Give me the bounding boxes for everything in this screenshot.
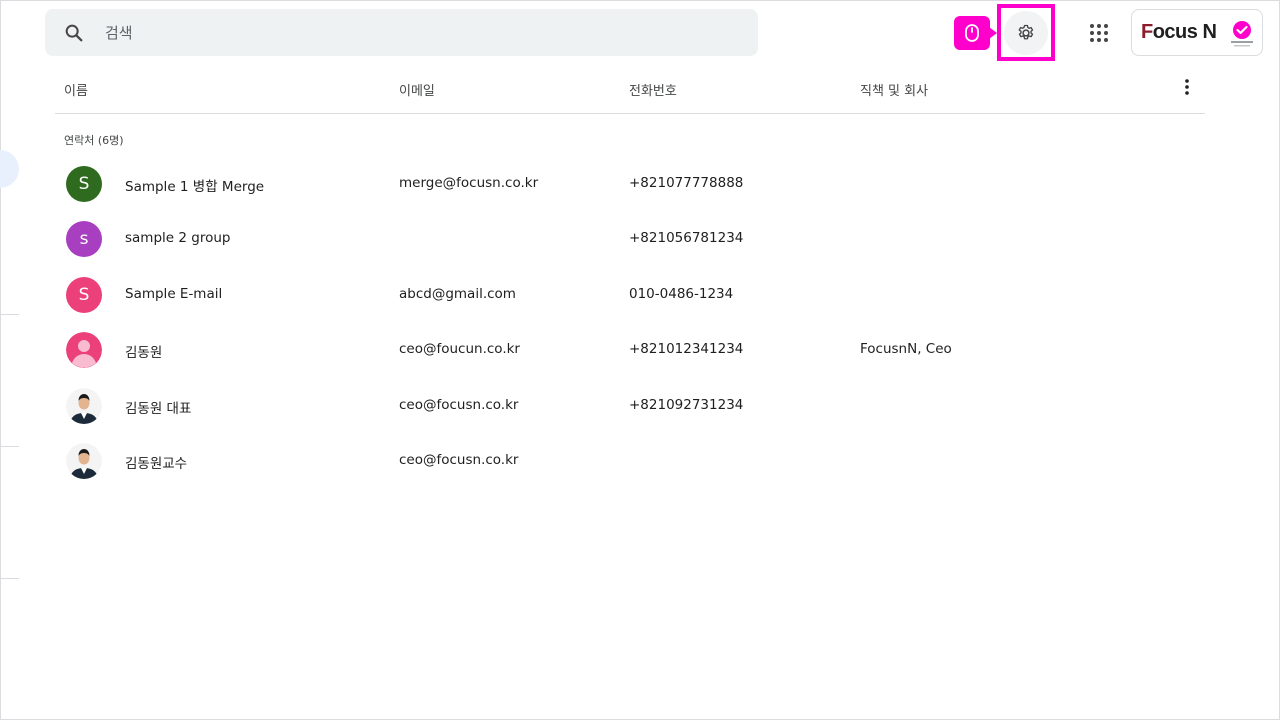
sidebar-divider (0, 578, 19, 579)
header-divider (55, 113, 1205, 114)
contact-name: sample 2 group (125, 230, 231, 247)
contact-name: 김동원교수 (125, 456, 188, 472)
contact-row[interactable]: 김동원 ceo@foucun.co.kr +821012341234 FocusnN,… (55, 322, 1205, 377)
contact-phone: 010-0486-1234 (629, 285, 734, 302)
contacts-count-label: 연락처 (6명) (64, 134, 124, 147)
avatar-person-icon[interactable] (66, 332, 102, 369)
avatar[interactable]: S (66, 166, 102, 202)
sidebar-divider (0, 446, 19, 447)
contact-row[interactable]: s sample 2 group +821056781234 (55, 211, 1205, 266)
more-vert-icon (1185, 79, 1189, 95)
brand-logo: Focus N (1141, 21, 1217, 43)
contact-name: 김동원 (125, 345, 163, 362)
contact-email: ceo@focusn.co.kr (399, 452, 519, 468)
settings-button[interactable] (1004, 10, 1048, 55)
avatar[interactable]: S (66, 276, 102, 313)
sidebar-divider (0, 314, 19, 315)
gear-icon (1018, 24, 1034, 39)
more-options-button[interactable] (1175, 74, 1199, 100)
contact-phone: +821092731234 (629, 396, 744, 413)
column-header-name[interactable]: 이름 (64, 80, 88, 99)
contact-email: ceo@foucun.co.kr (399, 341, 520, 358)
contact-row[interactable]: S Sample E-mail abcd@gmail.com 010-0486-123… (55, 267, 1205, 322)
settings-highlight (997, 4, 1055, 61)
apps-button[interactable] (1081, 15, 1117, 51)
contact-name: Sample 1 병합 Merge (125, 179, 265, 195)
avatar-photo[interactable] (66, 387, 102, 424)
avatar-photo[interactable] (66, 443, 102, 479)
contact-name: 김동원 대표 (125, 400, 192, 417)
search-input[interactable] (105, 23, 665, 42)
contact-email: ceo@focusn.co.kr (399, 396, 519, 413)
click-indicator (954, 16, 997, 50)
column-header-title[interactable]: 직책 및 회사 (860, 80, 928, 99)
column-header-email[interactable]: 이메일 (399, 80, 435, 99)
contact-email: abcd@gmail.com (399, 285, 516, 302)
avatar[interactable]: s (66, 221, 102, 258)
contact-phone: +821077778888 (629, 175, 744, 191)
column-header-phone[interactable]: 전화번호 (629, 80, 677, 99)
search-icon[interactable] (63, 22, 85, 44)
contact-phone: +821056781234 (629, 230, 744, 247)
contact-row[interactable]: S Sample 1 병합 Merge merge@focusn.co.kr +821… (55, 156, 1205, 211)
contact-name: Sample E-mail (125, 285, 223, 302)
account-button[interactable]: Focus N (1131, 9, 1263, 56)
search-bar[interactable] (45, 9, 758, 56)
contact-row[interactable]: 김동원교수 ceo@focusn.co.kr (55, 433, 1205, 488)
contact-title: FocusnN, Ceo (860, 341, 952, 358)
contact-row[interactable]: 김동원 대표 ceo@focusn.co.kr +821092731234 (55, 378, 1205, 433)
mouse-icon (965, 24, 979, 42)
contact-email: merge@focusn.co.kr (399, 175, 539, 191)
contact-phone: +821012341234 (629, 341, 744, 358)
verified-badge-icon (1226, 17, 1258, 49)
apps-grid-icon (1090, 24, 1108, 42)
